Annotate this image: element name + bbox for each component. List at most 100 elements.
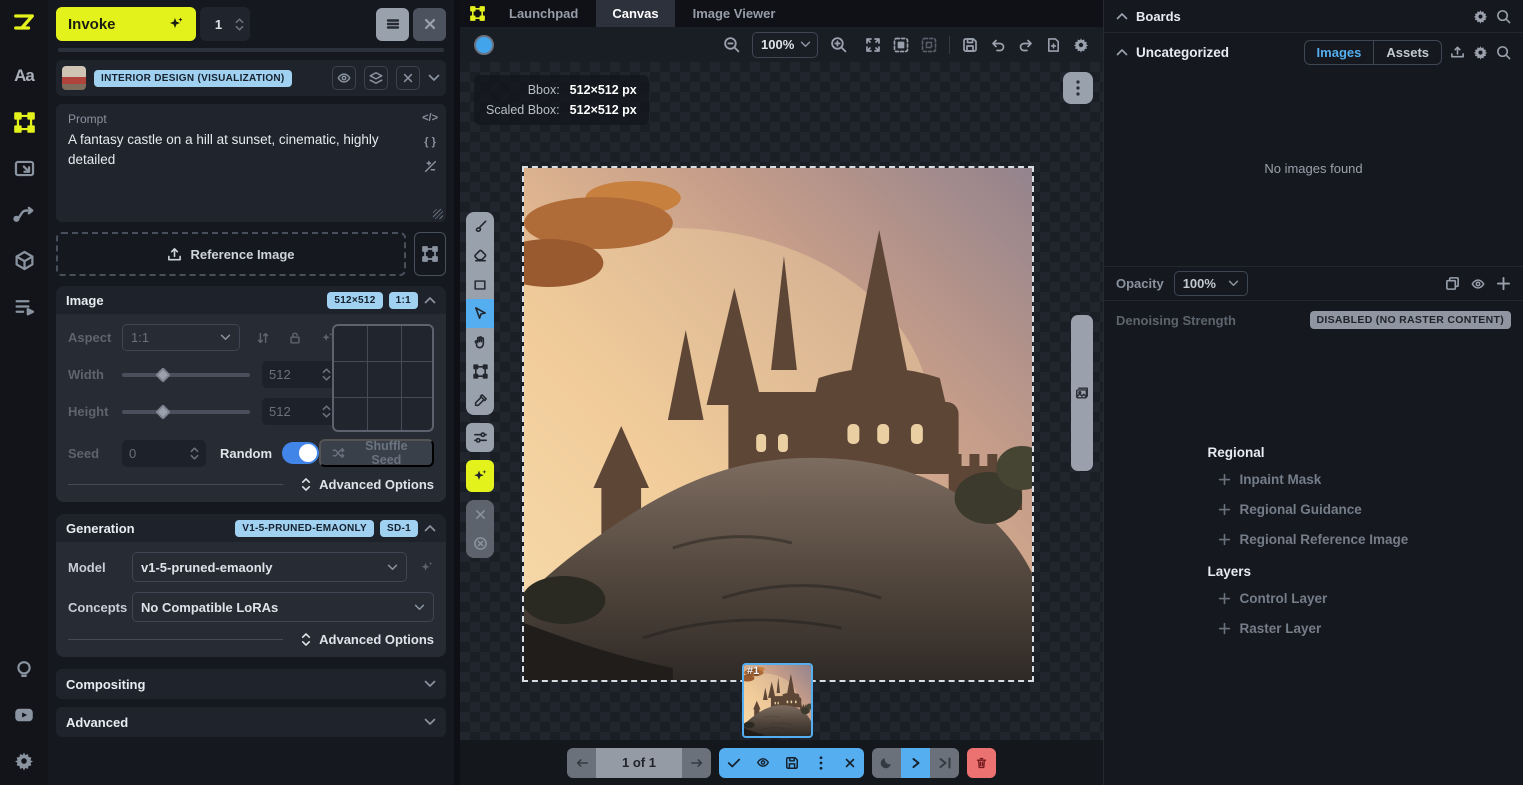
reference-image-bbox-button[interactable]: [414, 232, 446, 276]
save-to-gallery-button[interactable]: [777, 748, 806, 778]
opacity-select[interactable]: 100%: [1174, 271, 1248, 296]
batch-count-stepper[interactable]: 1: [200, 7, 250, 41]
board-header[interactable]: Uncategorized Images Assets: [1104, 33, 1523, 71]
height-slider[interactable]: [122, 410, 250, 414]
fit-to-view-icon[interactable]: [865, 37, 881, 53]
gallery-drawer-handle[interactable]: [1071, 315, 1093, 471]
boards-search-icon[interactable]: [1496, 9, 1511, 24]
tab-image-viewer[interactable]: Image Viewer: [677, 0, 792, 27]
view-template-button[interactable]: [332, 66, 356, 90]
add-regional-guidance[interactable]: Regional Guidance: [1208, 494, 1420, 524]
stepper-arrows-icon[interactable]: [190, 447, 199, 460]
generated-image[interactable]: [522, 166, 1034, 682]
image-section-header[interactable]: Image 512×512 1:1: [56, 286, 446, 314]
color-swatch[interactable]: [474, 35, 494, 55]
auto-switch-latest-button[interactable]: [930, 748, 959, 778]
zoom-level-select[interactable]: 100%: [752, 32, 818, 58]
tab-launchpad[interactable]: Launchpad: [493, 0, 594, 27]
width-slider-handle[interactable]: [155, 367, 171, 383]
staging-thumbnail[interactable]: #1: [742, 663, 813, 738]
advanced-section-header[interactable]: Advanced: [56, 707, 446, 737]
prompt-field[interactable]: Prompt A fantasy castle on a hill at sun…: [56, 104, 446, 222]
stepper-arrows-icon[interactable]: [322, 368, 331, 381]
auto-switch-next-button[interactable]: [901, 748, 930, 778]
chevron-up-icon[interactable]: [424, 524, 436, 532]
redo-icon[interactable]: [1018, 37, 1034, 53]
tab-canvas[interactable]: [12, 110, 36, 134]
tab-queue[interactable]: [12, 294, 36, 318]
add-raster-layer[interactable]: Raster Layer: [1208, 613, 1420, 643]
delete-staging-button[interactable]: [967, 748, 996, 778]
chevron-up-icon[interactable]: [424, 296, 436, 304]
boards-settings-gear-icon[interactable]: [1473, 9, 1488, 24]
invoke-button[interactable]: Invoke: [56, 7, 196, 41]
layer-visibility-eye-icon[interactable]: [1470, 277, 1486, 291]
canvas-settings-gear-icon[interactable]: [1073, 37, 1089, 53]
clear-template-button[interactable]: [396, 66, 420, 90]
lock-aspect-icon[interactable]: [288, 331, 302, 345]
queue-menu-button[interactable]: [376, 8, 409, 41]
bbox-tool[interactable]: [466, 357, 494, 386]
canvas-viewport[interactable]: Bbox: 512×512 px Scaled Bbox: 512×512 px: [460, 62, 1103, 785]
chevron-down-icon[interactable]: [428, 74, 440, 82]
swap-dimensions-icon[interactable]: [256, 331, 270, 345]
height-input[interactable]: 512: [262, 398, 338, 425]
tab-workflows[interactable]: [12, 202, 36, 226]
width-input[interactable]: 512: [262, 361, 338, 388]
resize-handle[interactable]: [433, 209, 443, 219]
tab-upscaling[interactable]: [12, 156, 36, 180]
chevron-up-icon[interactable]: [1116, 12, 1128, 20]
chevron-up-icon[interactable]: [1116, 48, 1128, 56]
support-icon[interactable]: [12, 657, 36, 681]
zoom-out-icon[interactable]: [723, 36, 740, 53]
hand-tool[interactable]: [466, 328, 494, 357]
images-tab[interactable]: Images: [1305, 41, 1375, 64]
stepper-arrows-icon[interactable]: [322, 405, 331, 418]
aspect-select[interactable]: 1:1: [122, 324, 240, 351]
tab-generate-text[interactable]: Aa: [12, 64, 36, 88]
move-tool[interactable]: [466, 299, 494, 328]
add-layer-plus-icon[interactable]: [1496, 276, 1511, 291]
braces-icon[interactable]: { }: [424, 136, 436, 148]
fit-layers-icon[interactable]: [921, 37, 937, 53]
generation-section-header[interactable]: Generation V1-5-PRUNED-EMAONLY SD-1: [56, 514, 446, 542]
gallery-search-icon[interactable]: [1496, 45, 1511, 60]
undo-icon[interactable]: [990, 37, 1006, 53]
rect-tool[interactable]: [466, 270, 494, 299]
reference-image-dropzone[interactable]: Reference Image: [56, 232, 406, 276]
compositing-section-header[interactable]: Compositing: [56, 669, 446, 699]
zoom-in-icon[interactable]: [830, 36, 847, 53]
flatten-template-button[interactable]: [364, 66, 388, 90]
height-slider-handle[interactable]: [155, 404, 171, 420]
canvas-menu-button[interactable]: [1063, 72, 1093, 104]
add-regional-reference-image[interactable]: Regional Reference Image: [1208, 524, 1420, 554]
eraser-tool[interactable]: [466, 241, 494, 270]
boards-header[interactable]: Boards: [1104, 0, 1523, 33]
shuffle-seed-button[interactable]: Shuffle Seed: [319, 439, 434, 467]
pull-bbox-icon[interactable]: [1450, 45, 1465, 60]
discard-button[interactable]: [835, 748, 864, 778]
prompt-template-row[interactable]: INTERIOR DESIGN (VISUALIZATION): [56, 60, 446, 96]
generation-advanced-options[interactable]: Advanced Options: [68, 632, 434, 647]
settings-gear-icon[interactable]: [12, 749, 36, 773]
embedding-code-icon[interactable]: </>: [422, 112, 438, 124]
image-advanced-options[interactable]: Advanced Options: [68, 477, 434, 492]
cancel-staging-button[interactable]: [466, 500, 494, 529]
eyedropper-tool[interactable]: [466, 386, 494, 415]
new-generation-button[interactable]: [466, 460, 494, 492]
show-hide-button[interactable]: [748, 748, 777, 778]
seed-input[interactable]: 0: [122, 440, 206, 467]
next-image-button[interactable]: [682, 748, 711, 778]
prev-image-button[interactable]: [567, 748, 596, 778]
new-canvas-icon[interactable]: [1046, 37, 1061, 53]
fit-bbox-icon[interactable]: [893, 37, 909, 53]
tool-settings-button[interactable]: [466, 423, 494, 452]
video-tutorials-icon[interactable]: [12, 703, 36, 727]
accept-button[interactable]: [719, 748, 748, 778]
model-select[interactable]: v1-5-pruned-emaonly: [132, 552, 407, 582]
assets-tab[interactable]: Assets: [1374, 41, 1441, 64]
save-canvas-icon[interactable]: [962, 37, 978, 53]
auto-switch-off-button[interactable]: [872, 748, 901, 778]
tab-models[interactable]: [12, 248, 36, 272]
staging-menu-button[interactable]: [806, 748, 835, 778]
